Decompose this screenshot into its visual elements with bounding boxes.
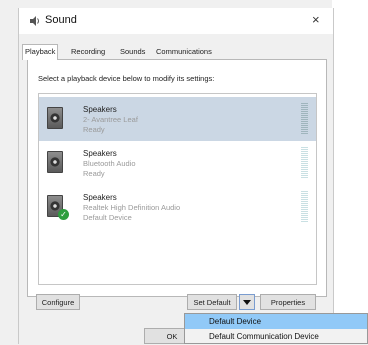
tab-recording[interactable]: Recording [69,46,107,58]
device-status: Default Device [83,213,132,222]
speaker-device-icon [47,151,63,173]
device-name: Speakers [83,149,117,158]
tab-communications[interactable]: Communications [154,46,214,58]
volume-level-meter [301,147,308,179]
title-bar: Sound × [19,8,333,34]
chevron-down-icon [243,300,251,305]
set-default-button[interactable]: Set Default [187,294,237,310]
tab-strip: Playback Recording Sounds Communications [19,44,333,60]
device-status: Ready [83,169,105,178]
set-default-menu: Default Device Default Communication Dev… [184,313,368,344]
close-button[interactable]: × [312,12,320,27]
window-title: Sound [45,14,77,26]
device-name: Speakers [83,105,117,114]
set-default-dropdown-button[interactable] [239,294,255,310]
device-row-realtek[interactable]: ✓ Speakers Realtek High Definition Audio… [39,185,316,229]
device-row-avantree[interactable]: Speakers 2- Avantree Leaf Ready [39,97,316,141]
device-row-bluetooth[interactable]: Speakers Bluetooth Audio Ready [39,141,316,185]
tab-playback[interactable]: Playback [22,44,59,60]
menu-item-default-device[interactable]: Default Device [185,314,367,329]
device-name: Speakers [83,193,117,202]
device-description: 2- Avantree Leaf [83,115,138,124]
background-edge [332,0,368,344]
default-check-icon: ✓ [58,209,69,220]
device-list[interactable]: Speakers 2- Avantree Leaf Ready Speakers… [38,93,317,285]
tab-sounds[interactable]: Sounds [118,46,147,58]
speaker-icon [30,16,39,26]
instruction-text: Select a playback device below to modify… [38,74,215,83]
speaker-device-icon [47,107,63,129]
sound-dialog: Sound × Playback Recording Sounds Commun… [18,8,334,344]
device-description: Bluetooth Audio [83,159,136,168]
properties-button[interactable]: Properties [260,294,316,310]
playback-panel: Select a playback device below to modify… [27,59,327,297]
device-description: Realtek High Definition Audio [83,203,181,212]
configure-button[interactable]: Configure [36,294,80,310]
device-status: Ready [83,125,105,134]
volume-level-meter [301,103,308,135]
volume-level-meter [301,191,308,223]
menu-item-default-communication-device[interactable]: Default Communication Device [185,329,367,344]
